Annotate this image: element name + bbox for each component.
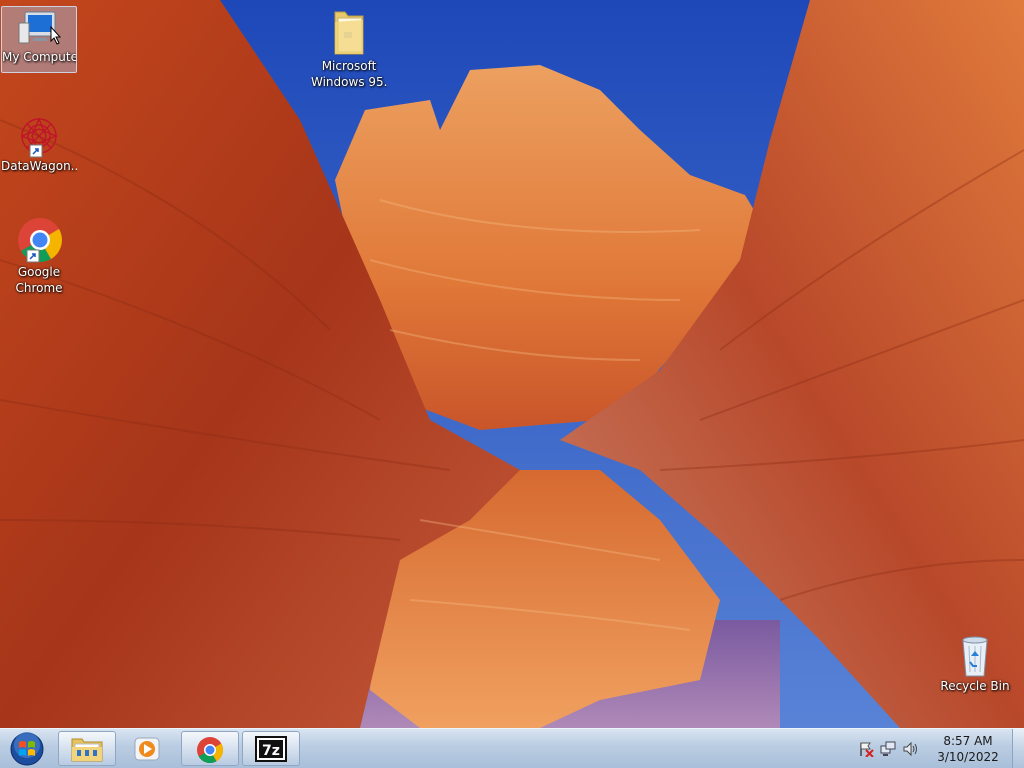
clock-date: 3/10/2022	[937, 750, 999, 764]
chrome-icon	[197, 737, 224, 764]
desktop-icon-label-line2: Chrome	[15, 281, 63, 295]
computer-icon	[18, 11, 61, 45]
desktop-icon-label: DataWagon...	[1, 159, 77, 173]
network-icon[interactable]	[880, 741, 896, 757]
windows-orb-icon	[10, 732, 44, 766]
media-player-icon	[134, 737, 160, 761]
folder-icon	[71, 738, 103, 762]
taskbar-chrome-button[interactable]	[181, 731, 239, 766]
desktop-icon-label: My Computer	[2, 50, 76, 64]
desktop-wallpaper	[0, 0, 1024, 768]
taskbar-7zip-button[interactable]: 7z	[242, 731, 300, 766]
chrome-icon	[18, 218, 62, 263]
desktop-icon-google-chrome[interactable]: Google Chrome	[1, 214, 77, 296]
desktop-icon-recycle-bin[interactable]: Recycle Bin	[937, 630, 1013, 694]
taskbar-media-player-button[interactable]	[118, 731, 176, 766]
volume-icon[interactable]	[902, 741, 918, 757]
show-desktop-button[interactable]	[1012, 729, 1024, 768]
action-center-flag-icon[interactable]	[858, 741, 874, 757]
desktop-icon-label: Recycle Bin	[940, 679, 1010, 693]
start-button[interactable]	[5, 731, 49, 767]
recycle-bin-icon	[962, 636, 988, 677]
desktop[interactable]: My Computer Microsoft Windows 95... Data…	[0, 0, 1024, 768]
taskbar-clock[interactable]: 8:57 AM 3/10/2022	[926, 733, 1010, 765]
clock-time: 8:57 AM	[943, 734, 993, 748]
taskbar-file-explorer-button[interactable]	[58, 731, 116, 766]
system-tray: 8:57 AM 3/10/2022	[854, 729, 1024, 768]
desktop-icon-label-line1: Google	[17, 265, 61, 279]
desktop-icon-label-line2: Windows 95...	[311, 75, 387, 89]
7zip-icon: 7z	[255, 736, 287, 762]
desktop-icon-label-line1: Microsoft	[321, 59, 377, 73]
7zip-icon-text: 7z	[262, 743, 280, 759]
folder-icon	[334, 11, 364, 55]
desktop-icon-microsoft-windows-95[interactable]: Microsoft Windows 95...	[311, 6, 387, 90]
datawagon-icon	[20, 117, 58, 158]
desktop-icon-my-computer[interactable]: My Computer	[1, 6, 77, 73]
desktop-icon-datawagon[interactable]: DataWagon...	[1, 112, 77, 174]
taskbar: 7z 8:57 AM 3/10/2022	[0, 728, 1024, 768]
